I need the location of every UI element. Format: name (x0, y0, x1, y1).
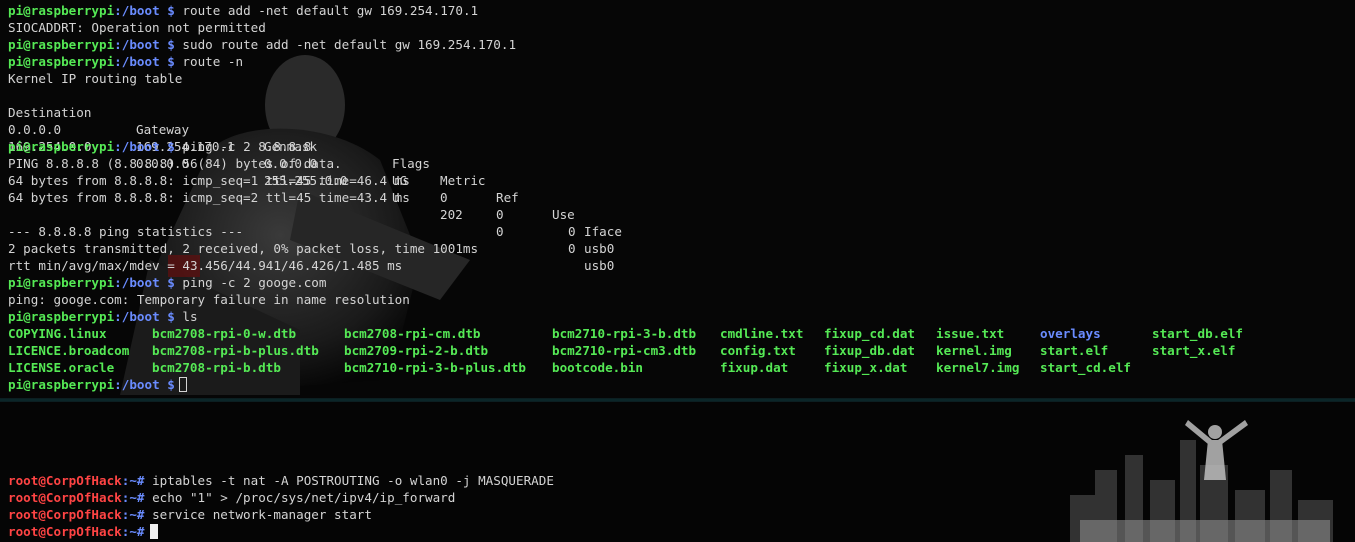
table-row: 169.254.0.0 0.0.0.0 255.255.0.0 U 202 0 … (8, 139, 615, 273)
terminal-line: ping: googe.com: Temporary failure in na… (8, 292, 410, 307)
text-cursor (178, 377, 187, 392)
terminal-line: rtt min/avg/max/mdev = 43.456/44.941/46.… (8, 258, 403, 273)
terminal-line: 2 packets transmitted, 2 received, 0% pa… (8, 241, 479, 256)
file-entry: LICENSE.oracle (8, 360, 115, 375)
file-entry: bcm2709-rpi-2-b.dtb (344, 343, 489, 358)
file-entry: bcm2710-rpi-cm3.dtb (552, 343, 697, 358)
terminal-line: 64 bytes from 8.8.8.8: icmp_seq=2 ttl=45… (8, 190, 410, 205)
file-entry: start_cd.elf (1040, 360, 1131, 375)
terminal-line: Kernel IP routing table (8, 71, 183, 86)
terminal-line: pi@raspberrypi:/boot $ ping -c 2 8.8.8.8 (8, 139, 312, 154)
table-row: 0.0.0.0 169.254.170.1 0.0.0.0 UG 0 0 0 u… (8, 122, 615, 256)
file-entry: fixup_db.dat (824, 343, 915, 358)
file-entry: kernel.img (936, 343, 1012, 358)
file-entry: config.txt (720, 343, 796, 358)
file-entry: bcm2708-rpi-0-w.dtb (152, 326, 297, 341)
terminal-line: pi@raspberrypi:/boot $ route -n (8, 54, 244, 69)
file-entry: start.elf (1040, 343, 1109, 358)
file-entry: bootcode.bin (552, 360, 643, 375)
terminal-line: root@CorpOfHack:~# service network-manag… (8, 507, 372, 522)
file-entry: fixup_x.dat (824, 360, 908, 375)
file-entry: cmdline.txt (720, 326, 804, 341)
file-entry: COPYING.linux (8, 326, 107, 341)
text-cursor (150, 524, 159, 539)
file-entry: bcm2710-rpi-3-b.dtb (552, 326, 697, 341)
terminal-line: pi@raspberrypi:/boot $ ping -c 2 googe.c… (8, 275, 327, 290)
directory-entry: overlays (1040, 326, 1101, 341)
file-entry: fixup_cd.dat (824, 326, 915, 341)
terminal-line: root@CorpOfHack:~# echo "1" > /proc/sys/… (8, 490, 456, 505)
file-entry: kernel7.img (936, 360, 1020, 375)
file-entry: LICENCE.broadcom (8, 343, 130, 358)
terminal-line: pi@raspberrypi:/boot $ route add -net de… (8, 3, 479, 18)
file-entry: issue.txt (936, 326, 1005, 341)
file-entry: bcm2708-rpi-b-plus.dtb (152, 343, 319, 358)
file-entry: start_x.elf (1152, 343, 1236, 358)
terminal-line: pi@raspberrypi:/boot $ sudo route add -n… (8, 37, 517, 52)
terminal-line: root@CorpOfHack:~# iptables -t nat -A PO… (8, 473, 554, 488)
file-entry: bcm2708-rpi-b.dtb (152, 360, 281, 375)
terminal-line: 64 bytes from 8.8.8.8: icmp_seq=1 ttl=45… (8, 173, 410, 188)
file-entry: bcm2710-rpi-3-b-plus.dtb (344, 360, 526, 375)
routing-table-header: Destination Gateway Genmask Flags Metric… (8, 105, 622, 239)
terminal-line: pi@raspberrypi:/boot $ ls (8, 309, 198, 324)
terminal-line: PING 8.8.8.8 (8.8.8.8) 56(84) bytes of d… (8, 156, 342, 171)
file-entry: start_db.elf (1152, 326, 1243, 341)
terminal-prompt-current[interactable]: root@CorpOfHack:~# (8, 523, 159, 540)
terminal-line: SIOCADDRT: Operation not permitted (8, 20, 266, 35)
terminal-pane-raspberrypi[interactable]: pi@raspberrypi:/boot $ route add -net de… (0, 0, 1355, 398)
terminal-line: --- 8.8.8.8 ping statistics --- (8, 224, 244, 239)
terminal-prompt-current[interactable]: pi@raspberrypi:/boot $ (8, 376, 187, 393)
file-entry: fixup.dat (720, 360, 789, 375)
file-entry: bcm2708-rpi-cm.dtb (344, 326, 481, 341)
terminal-pane-corpofhack[interactable]: root@CorpOfHack:~# iptables -t nat -A PO… (0, 402, 1355, 542)
